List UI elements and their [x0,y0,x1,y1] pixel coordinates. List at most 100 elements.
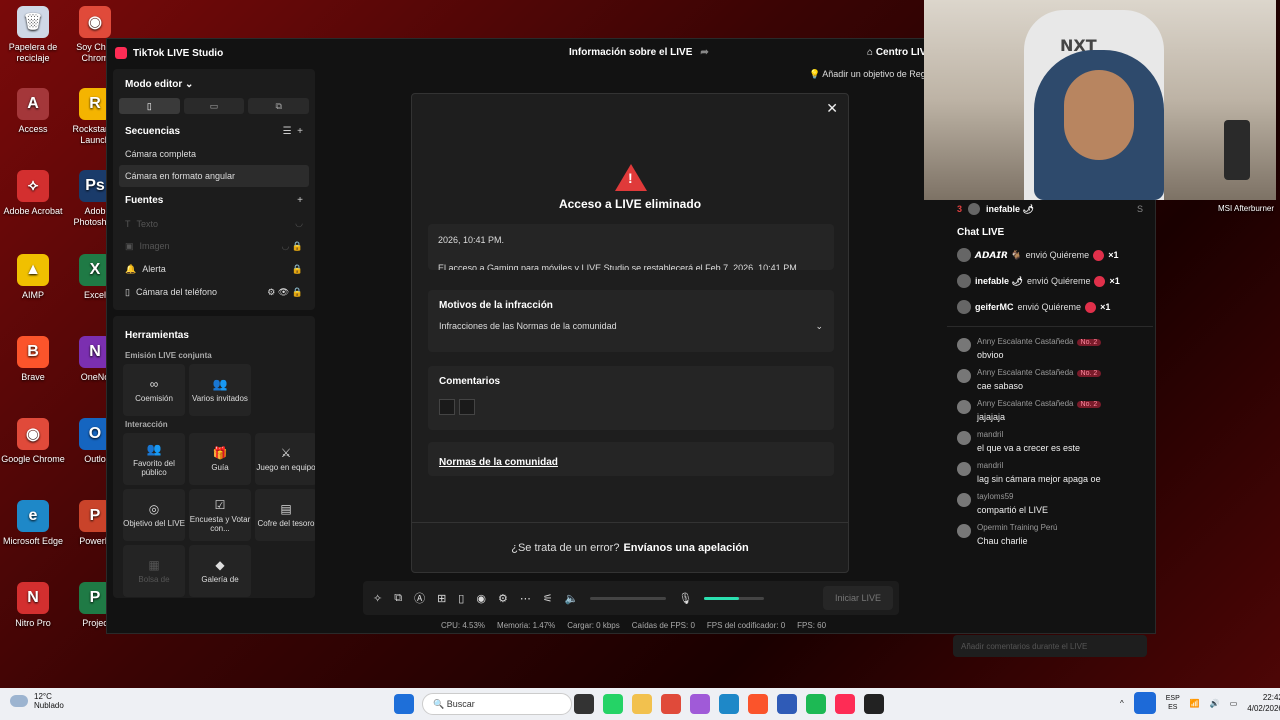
task-view-icon[interactable] [574,694,594,714]
cohost-tool[interactable]: ∞ Coemisión [123,364,185,416]
reasons-card[interactable]: Motivos de la infracción Infracciones de… [428,290,834,352]
portrait-mode-button[interactable]: ▯ [119,98,180,114]
access-removed-dialog: ✕ ! Acceso a LIVE eliminado 2026, 10:41 … [411,93,849,573]
chat-input[interactable]: Añadir comentarios durante el LIVE [953,635,1147,657]
bag-tool[interactable]: ▦ Bolsa de [123,545,185,597]
chat-text: jajajaja [977,412,1006,422]
chat-username[interactable]: mandril [977,461,1101,470]
desktop-icon[interactable]: e Microsoft Edge [0,500,66,547]
guide-tool[interactable]: 🎁 Guía [189,433,251,485]
record-icon[interactable]: ◉ [476,592,486,605]
chevron-up-icon[interactable]: ^ [1120,699,1124,708]
gallery-tool[interactable]: ◆ Galería de [189,545,251,597]
taskbar-search[interactable]: 🔍 Buscar [422,693,572,715]
msi-afterburner-icon-label[interactable]: MSI Afterburner [1218,204,1274,213]
file-explorer-icon[interactable] [632,694,652,714]
speaker-icon[interactable]: 🔈 [565,592,579,605]
chat-text: compartió el LIVE [977,505,1049,515]
chat-username[interactable]: Opermin Training Perú [977,523,1057,532]
sequence-full-camera[interactable]: Cámara completa [119,143,309,165]
windows-start-icon[interactable] [394,694,414,714]
close-icon[interactable]: ✕ [826,100,838,117]
sequence-angular-camera[interactable]: Cámara en formato angular [119,165,309,187]
magic-wand-icon[interactable]: ✧ [373,592,382,605]
visibility-icon[interactable]: ◡ [295,218,303,229]
lock-icon[interactable]: 🔒 [292,264,303,275]
source-alert[interactable]: 🔔 Alerta 🔒 [119,258,309,281]
effects-icon[interactable]: Ⓐ [414,590,425,606]
weather-widget[interactable]: 12°C Nublado [10,692,64,710]
battery-icon[interactable]: ▭ [1230,699,1238,708]
thumbnail[interactable] [459,399,475,415]
poll-tool[interactable]: ☑ Encuesta y Votar con... [189,489,251,541]
wifi-icon[interactable]: 📶 [1190,699,1200,708]
source-text[interactable]: T Texto ◡ [119,212,309,235]
add-source-button[interactable]: + [297,195,303,206]
text-icon: T [125,218,131,229]
brave-icon[interactable] [748,694,768,714]
live-center-link[interactable]: ⌂ Centro LIV [867,47,926,58]
chat-username[interactable]: Anny Escalante Castañeda No. 2 [977,337,1102,346]
source-controls[interactable]: ⚙ 👁 🔒 [267,287,303,298]
language-indicator[interactable]: ESP ES [1166,694,1180,712]
treasure-chest-tool[interactable]: ▤ Cofre del tesoro [255,489,315,541]
chat-username[interactable]: Anny Escalante Castañeda No. 2 [977,368,1102,377]
add-goal-button[interactable]: 💡 Añadir un objetivo de Rega [809,69,931,80]
edge-icon[interactable] [719,694,739,714]
live-info-tab[interactable]: Información sobre el LIVE ➦ [569,47,709,58]
audience-favorite-tool[interactable]: 👥 Favorito del público [123,433,185,485]
clock[interactable]: 22:42 4/02/2026 [1247,692,1280,714]
comments-title: Comentarios [439,376,501,387]
rgb-light [1224,120,1250,180]
desktop-icon[interactable]: A Access [0,88,66,135]
chat-username[interactable]: mandril [977,430,1080,439]
desktop-icon[interactable]: ⟡ Adobe Acrobat [0,170,66,217]
custom-mode-button[interactable]: ⧉ [248,98,310,114]
camera-settings-icon[interactable]: ⚙ [498,592,508,605]
source-image[interactable]: ▣ Imagen ◡ 🔒 [119,235,309,258]
desktop-icon[interactable]: ◉ Google Chrome [0,418,66,465]
desktop-icon[interactable]: N Nitro Pro [0,582,66,629]
appeal-footer: ¿Se trata de un error? Envíanos una apel… [412,522,848,572]
chrome-icon[interactable] [661,694,681,714]
avatar [957,524,971,538]
volume-icon[interactable]: 🔊 [1210,699,1220,708]
more-icon[interactable]: ⋯ [520,592,531,605]
chat-username[interactable]: Anny Escalante Castañeda No. 2 [977,399,1102,408]
mic-volume-slider[interactable] [704,596,765,600]
sequences-actions[interactable]: ☰ + [283,126,303,137]
mic-icon[interactable]: 🎙 [678,592,692,605]
source-phone-camera[interactable]: ▯ Cámara del teléfono ⚙ 👁 🔒 [119,281,309,304]
store-icon[interactable] [777,694,797,714]
thumbnail[interactable] [439,399,455,415]
app-icon: N [17,582,49,614]
team-game-tool[interactable]: ⚔ Juego en equipo [255,433,315,485]
multi-guest-tool[interactable]: 👥 Varios invitados [189,364,251,416]
appeal-link[interactable]: Envíanos una apelación [623,542,748,554]
screen-capture-icon[interactable]: ⧉ [394,592,402,605]
phone-icon[interactable]: ▯ [458,592,464,605]
mic-tray-icon[interactable] [1133,692,1156,714]
guidelines-card: Normas de la comunidad [428,442,834,476]
layout-icon[interactable]: ⊞ [437,592,446,605]
gift-row: geiferMC envió Quiéreme ×1 [947,294,1153,320]
chat-username[interactable]: tayloms59 [977,492,1048,501]
start-live-button[interactable]: Iniciar LIVE [822,586,893,610]
sliders-icon[interactable]: ⚟ [543,592,553,605]
copilot-icon[interactable] [690,694,710,714]
tiktok-icon[interactable] [835,694,855,714]
desktop-icon[interactable]: B Brave [0,336,66,383]
desktop-icon[interactable]: ▲ AIMP [0,254,66,301]
landscape-mode-button[interactable]: ▭ [183,98,245,114]
editor-mode-dropdown[interactable]: Modo editor ⌄ [119,75,309,94]
desktop-icon[interactable]: 🗑 Papelera de reciclaje [0,6,66,64]
speaker-volume-slider[interactable] [590,596,667,600]
app-icon[interactable] [864,694,884,714]
orientation-toggle: ▯ ▭ ⧉ [119,98,310,114]
whatsapp-icon[interactable] [603,694,623,714]
spotify-icon[interactable] [806,694,826,714]
chevron-down-icon[interactable]: ⌄ [815,321,823,332]
live-goal-tool[interactable]: ◎ Objetivo del LIVE [123,489,185,541]
lock-icon[interactable]: ◡ 🔒 [281,241,303,252]
community-guidelines-link[interactable]: Normas de la comunidad [439,457,558,468]
